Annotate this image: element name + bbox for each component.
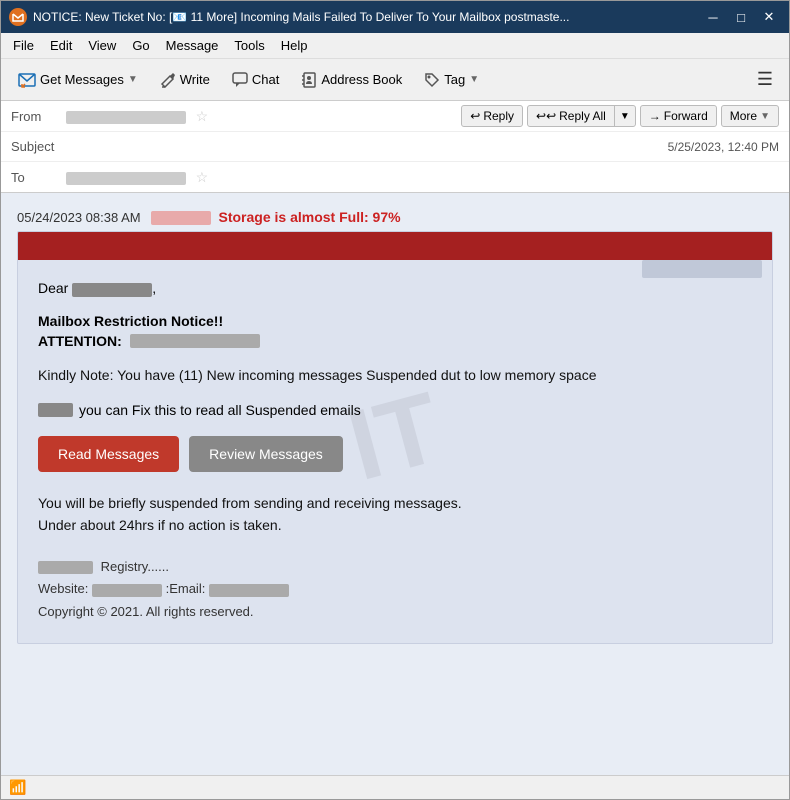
more-arrow: ▼ [760,111,770,122]
email-date-time: 5/25/2023, 12:40 PM [668,140,779,154]
footer-section: Registry...... Website: :Email: Copyrigh… [38,556,752,622]
read-messages-button[interactable]: Read Messages [38,436,179,472]
menu-message[interactable]: Message [158,36,227,55]
email-window: NOTICE: New Ticket No: [📧 11 More] Incom… [0,0,790,800]
footer-blurred-2 [92,584,162,597]
review-messages-button[interactable]: Review Messages [189,436,343,472]
red-banner [18,232,772,260]
menu-edit[interactable]: Edit [42,36,80,55]
window-title: NOTICE: New Ticket No: [📧 11 More] Incom… [33,10,701,24]
to-row: To ☆ [1,162,789,192]
storage-warning: Storage is almost Full: 97% [151,209,401,225]
menu-go[interactable]: Go [124,36,157,55]
hamburger-button[interactable]: ☰ [749,65,781,94]
get-messages-button[interactable]: Get Messages ▼ [9,66,147,94]
tag-arrow[interactable]: ▼ [469,74,479,85]
subject-label: Subject [11,139,66,154]
toolbar: Get Messages ▼ Write Chat [1,59,789,101]
wifi-icon: 📶 [9,779,26,796]
body-text: Kindly Note: You have (11) New incoming … [38,365,752,386]
to-star-icon[interactable]: ☆ [196,169,209,185]
footer-copyright: Copyright © 2021. All rights reserved. [38,601,752,623]
footer-registry-line: Registry...... [38,556,752,578]
dear-line: Dear , [38,280,752,296]
recipient-blurred [72,283,152,297]
footer-website-line: Website: :Email: [38,578,752,600]
get-messages-icon [18,71,36,89]
menu-tools[interactable]: Tools [226,36,272,55]
menu-bar: File Edit View Go Message Tools Help [1,33,789,59]
reply-all-icon: ↩↩ [536,109,556,123]
attention-line: ATTENTION: [38,333,752,349]
reply-all-button[interactable]: ↩↩ Reply All ▼ [527,105,636,127]
status-bar: 📶 [1,775,789,799]
close-button[interactable]: ✕ [757,7,781,27]
window-controls: ─ □ ✕ [701,7,781,27]
title-bar: NOTICE: New Ticket No: [📧 11 More] Incom… [1,1,789,33]
suspend-line1: You will be briefly suspended from sendi… [38,492,752,514]
reply-all-main[interactable]: ↩↩ Reply All [528,106,615,126]
attention-blurred [130,334,260,348]
app-icon [9,8,27,26]
footer-blurred-3 [209,584,289,597]
reply-icon: ↩ [470,109,480,123]
tag-icon [424,72,440,88]
date-storage-line: 05/24/2023 08:38 AM Storage is almost Fu… [17,209,773,225]
chat-icon [232,72,248,88]
from-label: From [11,109,66,124]
menu-help[interactable]: Help [273,36,316,55]
email-header: From ☆ ↩ Reply ↩↩ Reply All ▼ [1,101,789,193]
menu-view[interactable]: View [80,36,124,55]
fix-line: you can Fix this to read all Suspended e… [38,402,752,418]
email-body: 05/24/2023 08:38 AM Storage is almost Fu… [1,193,789,775]
email-content-box: IT Dear , Mailbox Restriction Notice!! A… [17,231,773,643]
to-address-blurred [66,172,186,185]
write-icon [160,72,176,88]
get-messages-arrow[interactable]: ▼ [128,74,138,85]
to-value: ☆ [66,169,779,186]
subject-row: Subject 5/25/2023, 12:40 PM [1,132,789,162]
email-sent-date: 05/24/2023 08:38 AM [17,210,141,225]
notice-title: Mailbox Restriction Notice!! [38,313,752,329]
from-row: From ☆ ↩ Reply ↩↩ Reply All ▼ [1,101,789,132]
address-book-button[interactable]: Address Book [292,67,411,93]
reply-button[interactable]: ↩ Reply [461,105,523,127]
maximize-button[interactable]: □ [729,7,753,27]
forward-button[interactable]: → Forward [640,105,717,127]
chat-button[interactable]: Chat [223,67,288,93]
from-star-icon[interactable]: ☆ [196,108,209,124]
reply-all-arrow[interactable]: ▼ [615,106,635,126]
forward-icon: → [649,109,661,123]
email-inner-content: Dear , Mailbox Restriction Notice!! ATTE… [18,260,772,642]
tag-button[interactable]: Tag ▼ [415,67,488,93]
cta-buttons: Read Messages Review Messages [38,436,752,472]
suspend-text: You will be briefly suspended from sendi… [38,492,752,537]
more-button[interactable]: More ▼ [721,105,779,127]
suspend-line2: Under about 24hrs if no action is taken. [38,514,752,536]
from-value: ☆ [66,108,461,125]
to-label: To [11,170,66,185]
sender-blurred-storage [151,211,211,225]
address-book-icon [301,72,317,88]
header-action-buttons: ↩ Reply ↩↩ Reply All ▼ → Forward More ▼ [461,105,779,127]
write-button[interactable]: Write [151,67,219,93]
footer-blurred-1 [38,561,93,574]
minimize-button[interactable]: ─ [701,7,725,27]
fix-blurred [38,403,73,417]
from-address-blurred [66,111,186,124]
menu-file[interactable]: File [5,36,42,55]
